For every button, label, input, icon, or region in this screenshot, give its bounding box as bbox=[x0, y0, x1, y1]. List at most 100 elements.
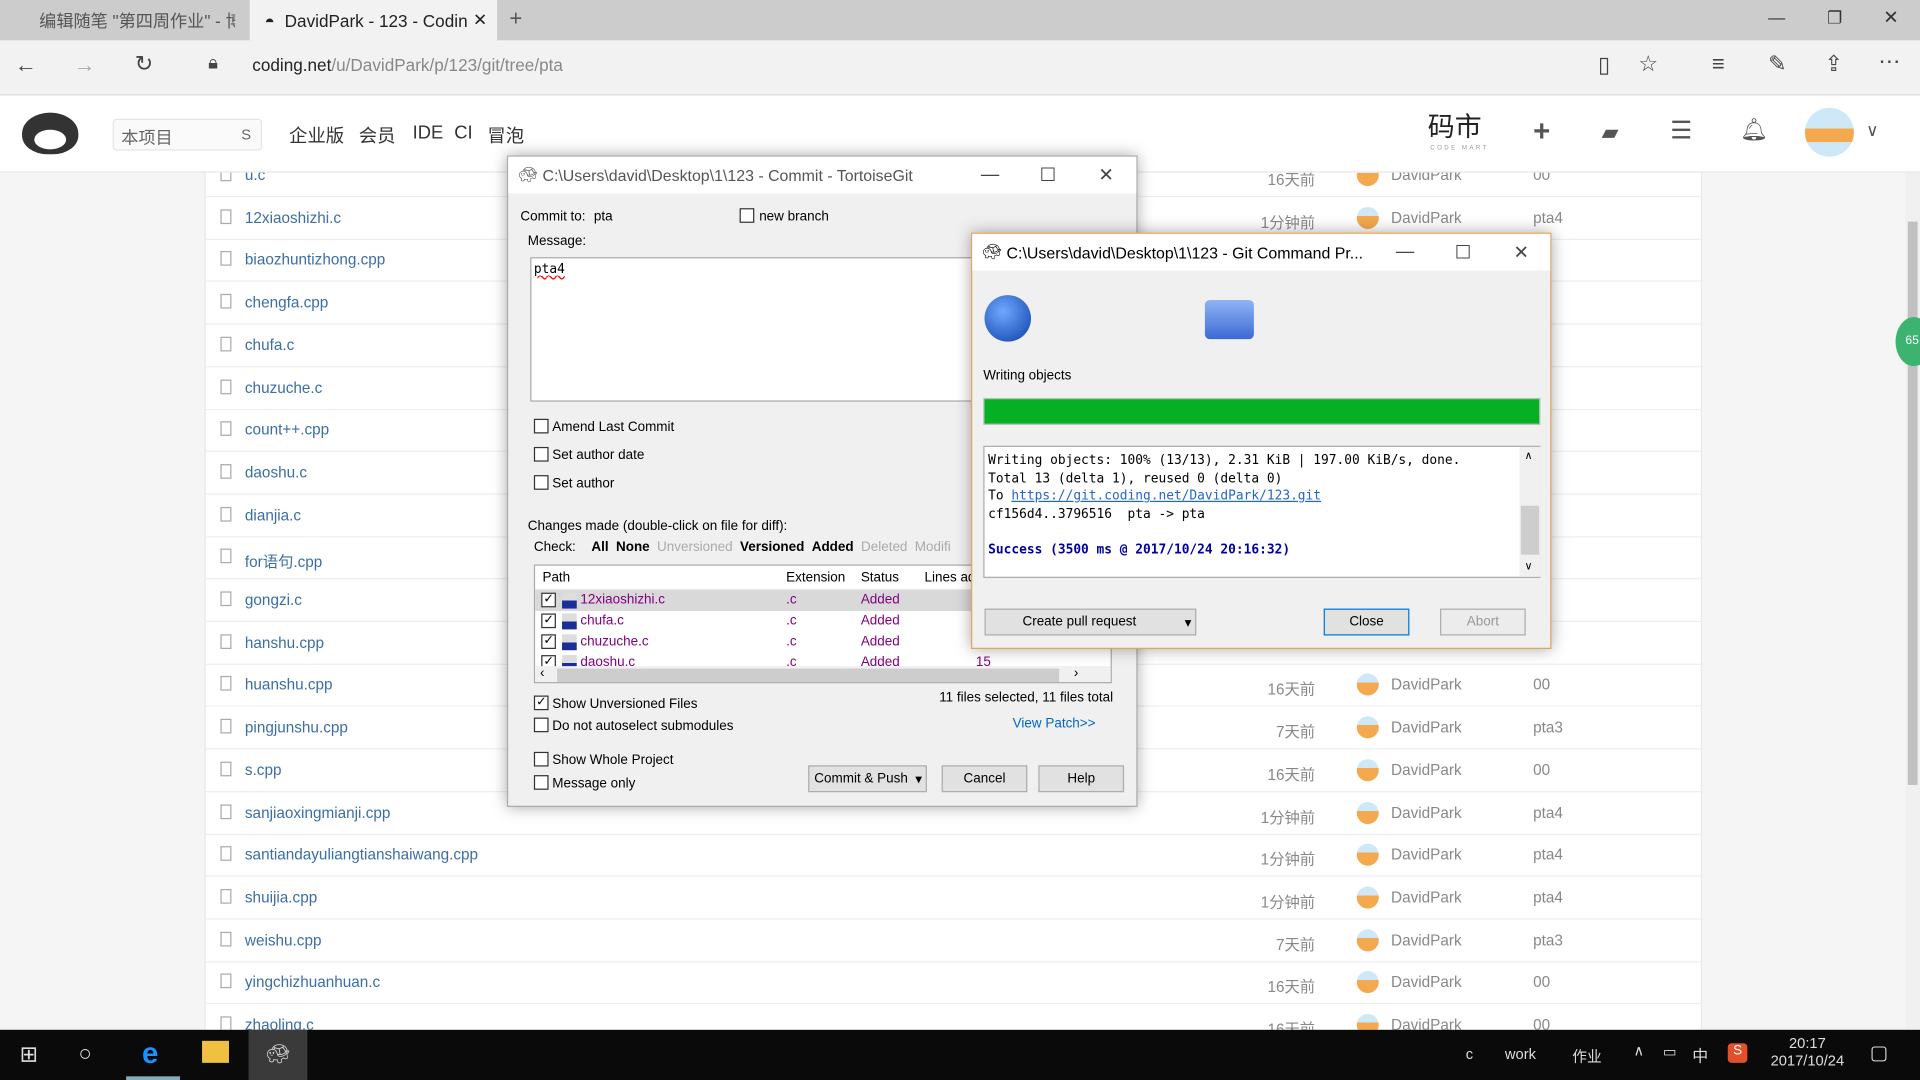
author-avatar[interactable] bbox=[1356, 716, 1379, 739]
file-name-link[interactable]: gongzi.c bbox=[245, 591, 302, 608]
filter-modifi[interactable]: Modifi bbox=[915, 540, 951, 555]
author-avatar[interactable] bbox=[1356, 971, 1379, 994]
commit-message-link[interactable]: 00 bbox=[1533, 761, 1550, 778]
commit-message-link[interactable]: pta3 bbox=[1533, 719, 1563, 736]
filter-added[interactable]: Added bbox=[812, 540, 854, 555]
server-icon[interactable]: ☰ bbox=[1670, 115, 1692, 146]
filter-none[interactable]: None bbox=[616, 540, 650, 555]
file-name-link[interactable]: dianjia.c bbox=[245, 506, 301, 523]
hub-icon[interactable]: ≡ bbox=[1712, 51, 1725, 77]
author-name[interactable]: DavidPark bbox=[1391, 846, 1462, 863]
toolbar-c[interactable]: c bbox=[1466, 1046, 1473, 1063]
favorite-star-icon[interactable]: ☆ bbox=[1638, 51, 1658, 77]
filter-versioned[interactable]: Versioned bbox=[740, 540, 804, 555]
tab-coding[interactable]: ◓ DavidPark - 123 - Codin ✕ bbox=[249, 0, 498, 41]
commit-message-link[interactable]: 00 bbox=[1533, 1016, 1550, 1029]
file-checkbox[interactable]: ✓ bbox=[541, 613, 556, 629]
author-avatar[interactable] bbox=[1356, 206, 1379, 229]
col-path[interactable]: Path bbox=[542, 571, 570, 586]
commit-message-link[interactable]: pta4 bbox=[1533, 209, 1563, 226]
show-unversioned-checkbox[interactable]: ✓ bbox=[533, 695, 549, 711]
file-name-link[interactable]: shuijia.cpp bbox=[245, 889, 317, 906]
file-name-link[interactable]: huanshu.cpp bbox=[245, 676, 333, 693]
tab-blog[interactable]: 编辑随笔 "第四周作业" - 博客 bbox=[0, 0, 250, 40]
tortoisegit-taskbar-button[interactable]: 🐢︎ bbox=[248, 1029, 308, 1080]
author-date-checkbox[interactable] bbox=[533, 446, 549, 462]
author-avatar[interactable] bbox=[1356, 172, 1379, 187]
maximize-icon[interactable]: ☐ bbox=[1040, 164, 1056, 186]
author-avatar[interactable] bbox=[1356, 758, 1379, 781]
coding-logo-icon[interactable] bbox=[22, 112, 79, 155]
commit-message-link[interactable]: pta4 bbox=[1533, 804, 1563, 821]
cancel-button[interactable]: Cancel bbox=[941, 765, 1028, 793]
message-textarea[interactable]: pta4 bbox=[530, 257, 984, 402]
close-icon[interactable]: ✕ bbox=[1513, 241, 1528, 263]
search-input[interactable]: 本项目 S bbox=[112, 118, 263, 151]
author-name[interactable]: DavidPark bbox=[1391, 931, 1462, 948]
author-name[interactable]: DavidPark bbox=[1391, 719, 1462, 736]
refresh-icon[interactable]: ↻ bbox=[135, 51, 153, 77]
file-row[interactable]: weishu.cpp 7天前 DavidPark pta3 bbox=[205, 919, 1704, 962]
author-avatar[interactable] bbox=[1356, 801, 1379, 824]
help-button[interactable]: Help bbox=[1038, 765, 1125, 793]
nav-ide[interactable]: IDE bbox=[413, 122, 444, 143]
commit-message-link[interactable]: 00 bbox=[1533, 676, 1550, 693]
url-field[interactable]: coding.net/u/DavidPark/p/123/git/tree/pt… bbox=[252, 55, 563, 75]
file-explorer-icon[interactable] bbox=[202, 1040, 229, 1063]
file-name-link[interactable]: count++.cpp bbox=[245, 421, 329, 438]
author-name[interactable]: DavidPark bbox=[1391, 804, 1462, 821]
filter-unversioned[interactable]: Unversioned bbox=[657, 540, 733, 555]
no-autoselect-checkbox[interactable] bbox=[533, 717, 549, 733]
sogou-icon[interactable]: S bbox=[1727, 1043, 1748, 1063]
file-name-link[interactable]: chufa.c bbox=[245, 336, 294, 353]
back-icon[interactable]: ← bbox=[15, 53, 37, 79]
set-author-checkbox[interactable] bbox=[533, 475, 549, 490]
folder-icon[interactable]: ▰ bbox=[1602, 120, 1619, 146]
file-checkbox[interactable]: ✓ bbox=[541, 634, 556, 649]
plus-icon[interactable]: + bbox=[1533, 115, 1550, 149]
bell-icon[interactable]: 🔔︎ bbox=[1740, 118, 1768, 144]
author-avatar[interactable] bbox=[1356, 886, 1379, 909]
commit-message-link[interactable]: 00 bbox=[1533, 173, 1550, 184]
file-checkbox[interactable]: ✓ bbox=[541, 592, 556, 608]
file-name-link[interactable]: santiandayuliangtianshaiwang.cpp bbox=[245, 846, 478, 863]
new-tab-icon[interactable]: + bbox=[509, 6, 522, 32]
file-name-link[interactable]: hanshu.cpp bbox=[245, 634, 324, 651]
file-name-link[interactable]: sanjiaoxingmianji.cpp bbox=[245, 804, 391, 821]
dropdown-arrow-icon[interactable]: ▾ bbox=[915, 771, 922, 787]
remote-url-link[interactable]: https://git.coding.net/DavidPark/123.git bbox=[1011, 489, 1321, 504]
new-branch-checkbox[interactable] bbox=[739, 208, 755, 223]
edge-icon[interactable]: e bbox=[142, 1037, 158, 1071]
author-name[interactable]: DavidPark bbox=[1391, 889, 1462, 906]
create-pull-request-button[interactable]: Create pull request ▾ bbox=[984, 608, 1197, 636]
close-icon[interactable]: ✕ bbox=[1098, 164, 1113, 186]
avatar[interactable] bbox=[1804, 107, 1854, 157]
clock[interactable]: 20:17 2017/10/24 bbox=[1763, 1035, 1851, 1069]
action-center-icon[interactable]: ▢ bbox=[1870, 1041, 1889, 1065]
col-lines-added[interactable]: Lines ad bbox=[924, 571, 975, 586]
file-name-link[interactable]: biaozhuntizhong.cpp bbox=[245, 252, 385, 269]
commit-message-link[interactable]: pta4 bbox=[1533, 846, 1563, 863]
close-tab-icon[interactable]: ✕ bbox=[473, 10, 487, 31]
author-name[interactable]: DavidPark bbox=[1391, 1016, 1462, 1029]
nav-bubble[interactable]: 冒泡 bbox=[487, 122, 524, 148]
minimize-icon[interactable]: — bbox=[1396, 241, 1414, 262]
view-patch-link[interactable]: View Patch>> bbox=[1013, 716, 1096, 731]
maximize-icon[interactable]: ☐ bbox=[1455, 241, 1471, 263]
close-window-icon[interactable]: ✕ bbox=[1883, 6, 1898, 28]
whole-project-checkbox[interactable] bbox=[533, 751, 549, 767]
commit-message-link[interactable]: pta3 bbox=[1533, 931, 1563, 948]
file-name-link[interactable]: s.cpp bbox=[245, 761, 282, 778]
codemart-logo[interactable]: 码市 CODE MART bbox=[1381, 105, 1489, 151]
toolbar-work[interactable]: work bbox=[1505, 1046, 1536, 1063]
file-row[interactable]: zhaoling.c 16天前 DavidPark 00 bbox=[206, 1004, 1704, 1030]
author-name[interactable]: DavidPark bbox=[1391, 676, 1462, 693]
file-name-link[interactable]: yingchizhuanhuan.c bbox=[245, 974, 380, 991]
ime-indicator[interactable]: 中 bbox=[1692, 1043, 1708, 1066]
nav-enterprise[interactable]: 企业版 bbox=[289, 122, 344, 148]
minimize-icon[interactable]: — bbox=[981, 164, 999, 185]
author-name[interactable]: DavidPark bbox=[1391, 761, 1462, 778]
author-avatar[interactable] bbox=[1356, 1013, 1379, 1030]
dropdown-arrow-icon[interactable]: ▾ bbox=[1185, 614, 1192, 630]
author-name[interactable]: DavidPark bbox=[1391, 974, 1462, 991]
